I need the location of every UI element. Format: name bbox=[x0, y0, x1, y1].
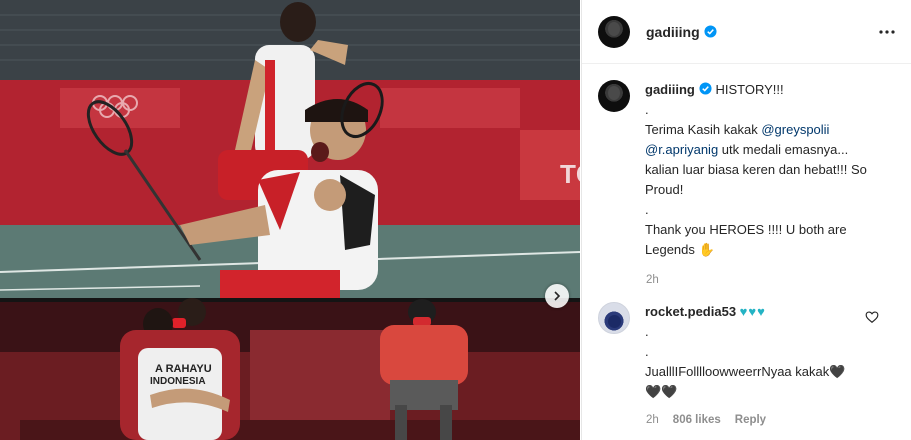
commenter-username[interactable]: rocket.pedia53 bbox=[645, 304, 736, 319]
sign-text: TC bbox=[560, 159, 580, 189]
jersey-text-2: INDONESIA bbox=[150, 376, 206, 387]
mention-greyspolii[interactable]: @greyspolii bbox=[761, 122, 829, 137]
comment-likes[interactable]: 806 likes bbox=[673, 414, 721, 426]
caption-avatar[interactable] bbox=[598, 80, 630, 112]
comment-line-4: 🖤🖤 bbox=[645, 384, 678, 399]
chevron-right-icon bbox=[554, 291, 561, 301]
author-username[interactable]: gadiiing bbox=[646, 24, 717, 40]
post-side-panel: gadiiing gadiiing HISTORY!!! . Terima Ka… bbox=[581, 0, 911, 440]
caption-text: gadiiing HISTORY!!! . Terima Kasih kakak… bbox=[645, 80, 875, 260]
verified-badge-icon bbox=[704, 24, 717, 38]
caption: gadiiing HISTORY!!! . Terima Kasih kakak… bbox=[598, 80, 895, 260]
caption-dot-1: . bbox=[645, 102, 649, 117]
comment-line-3: JualllIFolllloowweerrNyaa kakak🖤 bbox=[645, 364, 846, 379]
comment-text: rocket.pedia53 ♥♥♥ . . JualllIFollllooww… bbox=[645, 302, 875, 402]
jersey-text-1: A RAHAYU bbox=[155, 363, 212, 375]
comment-time[interactable]: 2h bbox=[646, 414, 659, 426]
blue-hearts-emoji: ♥♥♥ bbox=[739, 304, 766, 319]
post-photo: TC bbox=[0, 0, 580, 440]
comment-item: rocket.pedia53 ♥♥♥ . . JualllIFollllooww… bbox=[598, 302, 895, 402]
author-avatar[interactable] bbox=[598, 15, 630, 48]
comment-line-2: . bbox=[645, 344, 649, 359]
next-photo-button[interactable] bbox=[545, 284, 569, 308]
verified-badge-icon bbox=[699, 82, 712, 95]
comment-line-1: . bbox=[645, 324, 649, 339]
heart-outline-icon[interactable] bbox=[865, 310, 879, 324]
mention-rapriyanig[interactable]: @r.apriyanig bbox=[645, 142, 718, 157]
commenter-avatar[interactable] bbox=[598, 302, 630, 334]
comments-section: gadiiing HISTORY!!! . Terima Kasih kakak… bbox=[582, 64, 911, 426]
caption-heroes: Thank you HEROES !!!! U both are Legends… bbox=[645, 222, 847, 257]
more-options-icon[interactable] bbox=[877, 22, 897, 42]
post-header: gadiiing bbox=[582, 0, 911, 64]
caption-headline: HISTORY!!! bbox=[715, 82, 784, 97]
caption-dot-2: . bbox=[645, 202, 649, 217]
caption-time[interactable]: 2h bbox=[646, 274, 895, 286]
caption-username[interactable]: gadiiing bbox=[645, 82, 695, 97]
post-media[interactable]: TC bbox=[0, 0, 580, 440]
caption-thanks-prefix: Terima Kasih kakak bbox=[645, 122, 762, 137]
comment-meta: 2h 806 likes Reply bbox=[646, 414, 895, 426]
reply-button[interactable]: Reply bbox=[735, 414, 766, 426]
